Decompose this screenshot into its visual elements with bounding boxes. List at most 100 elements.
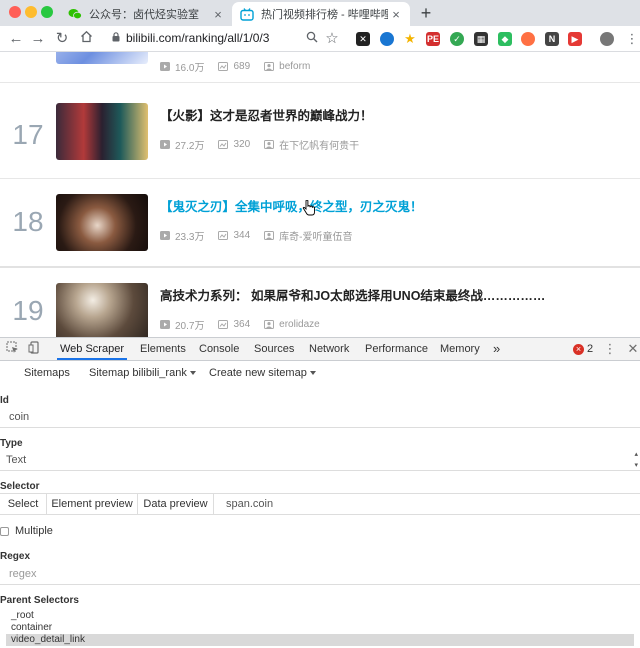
type-label: Type [0,438,23,449]
video-stats: 27.2万 320 在下忆帆有何贵干 [160,137,373,152]
regex-input[interactable]: regex [0,563,640,585]
id-field[interactable]: coin [0,406,640,428]
create-sitemap-dropdown[interactable]: Create new sitemap [209,367,316,379]
tab-title: 公众号：卤代烃实验室 [89,9,199,21]
video-title[interactable]: 【鬼灭之刃】全集中呼吸，终之型，刃之灭鬼！ [160,196,423,215]
divider [0,266,640,268]
danmaku-icon [218,140,229,149]
divider [0,82,640,83]
notion-icon[interactable]: N [545,32,559,46]
extension-green-icon[interactable]: ✓ [450,32,464,46]
author[interactable]: 在下忆帆有何贵干 [264,137,359,152]
tab-performance[interactable]: Performance [365,338,428,360]
rank-number: 19 [12,295,44,326]
back-icon[interactable]: ← [6,29,26,49]
tab-web-scraper[interactable]: Web Scraper [57,338,127,360]
data-preview-button[interactable]: Data preview [138,494,214,514]
maximize-window-button[interactable] [41,6,53,18]
extension-grid-icon[interactable]: ▦ [474,32,488,46]
close-tab-icon[interactable]: × [210,7,226,22]
reload-icon[interactable]: ↻ [52,29,72,49]
close-tab-icon[interactable]: × [388,7,404,22]
new-tab-button[interactable]: + [415,2,437,24]
forward-icon[interactable]: → [28,29,48,49]
avatar[interactable] [600,32,614,46]
select-button[interactable]: Select [0,494,47,514]
browser-menu-icon[interactable]: ⋮ [622,29,640,49]
tab-bilibili-ranking[interactable]: 热门视频排行榜 - 哔哩哔哩 (゜- × [232,2,410,26]
more-tabs-icon[interactable]: » [493,338,500,360]
tab-network[interactable]: Network [309,338,349,360]
multiple-checkbox[interactable] [0,527,9,536]
parent-selectors-label: Parent Selectors [0,595,79,606]
author[interactable]: beform [264,61,310,72]
author[interactable]: erolidaze [264,319,320,330]
parent-option[interactable]: _root [6,610,634,622]
element-preview-button[interactable]: Element preview [47,494,138,514]
extension-pdf-icon[interactable]: PE [426,32,440,46]
sitemap-dropdown[interactable]: Sitemap bilibili_rank [89,367,196,379]
video-thumbnail[interactable] [56,194,148,251]
extension-blue-icon[interactable] [380,32,394,46]
chevron-down-icon [189,371,196,376]
devtools-panel: Web Scraper Elements Console Sources Net… [0,337,640,648]
selector-input[interactable]: span.coin [226,494,273,514]
inspect-element-icon[interactable] [4,341,20,357]
video-stats: 20.7万 364 erolidaze [160,317,334,332]
tab-elements[interactable]: Elements [140,338,186,360]
wechat-icon [68,7,82,21]
play-count: 20.7万 [160,317,204,332]
parent-selectors-list[interactable]: _root container video_detail_link [6,610,634,646]
extension-orange-icon[interactable] [521,32,535,46]
close-devtools-icon[interactable]: ✕ [625,341,640,357]
parent-option[interactable]: container [6,622,634,634]
video-thumbnail[interactable] [56,103,148,160]
devtools-tab-bar: Web Scraper Elements Console Sources Net… [0,338,640,361]
video-thumbnail[interactable] [56,52,148,64]
home-icon[interactable] [76,29,96,49]
mouse-cursor [302,199,316,219]
tab-wechat[interactable]: 公众号：卤代烃实验室 × [60,2,232,26]
play-icon [160,231,170,240]
extension-red-icon[interactable]: ▶ [568,32,582,46]
id-label: Id [0,395,9,406]
browser-toolbar: ← → ↻ bilibili.com/ranking/all/1/0/3 ☆ ✕… [0,26,640,52]
device-toolbar-icon[interactable] [26,341,42,357]
extension-x-icon[interactable]: ✕ [356,32,370,46]
bilibili-icon [240,7,254,21]
minimize-window-button[interactable] [25,6,37,18]
play-icon [160,320,170,329]
bookmark-star-icon[interactable]: ☆ [322,29,342,49]
tab-console[interactable]: Console [199,338,239,360]
close-window-button[interactable] [9,6,21,18]
zoom-icon[interactable] [302,29,322,49]
video-title[interactable]: 高技术力系列： 如果屌爷和JO太郎选择用UNO结束最终战…………… [160,285,545,304]
play-count: 27.2万 [160,137,204,152]
video-stats: 16.0万 689 beform [160,59,324,74]
address-bar[interactable]: bilibili.com/ranking/all/1/0/3 [112,31,269,45]
tab-sources[interactable]: Sources [254,338,294,360]
user-icon [264,140,275,149]
author[interactable]: 库奇-爱听童伍音 [264,228,353,243]
error-badge[interactable]: × 2 [573,343,593,355]
play-count: 16.0万 [160,59,204,74]
tab-strip: 公众号：卤代烃实验室 × 热门视频排行榜 - 哔哩哔哩 (゜- × + [0,0,640,26]
video-thumbnail[interactable] [56,283,148,337]
devtools-menu-icon[interactable]: ⋮ [602,341,618,357]
play-icon [160,140,170,149]
danmaku-count: 689 [218,61,250,72]
rank-number: 17 [12,119,44,150]
ranking-item: 18 【鬼灭之刃】全集中呼吸，终之型，刃之灭鬼！ 23.3万 344 库奇-爱听… [0,194,640,284]
regex-label: Regex [0,551,31,562]
multiple-label: Multiple [15,525,53,537]
danmaku-icon [218,320,229,329]
parent-option-selected[interactable]: video_detail_link [6,634,634,646]
sitemaps-link[interactable]: Sitemaps [24,367,70,379]
tab-memory[interactable]: Memory [440,338,480,360]
chevron-down-icon [309,371,316,376]
evernote-icon[interactable]: ◆ [498,32,512,46]
extension-star-icon[interactable]: ★ [403,31,417,46]
type-select[interactable]: Text ▴ ▾ [0,449,640,471]
user-icon [264,320,275,329]
video-title[interactable]: 【火影】这才是忍者世界的巅峰战力！ [160,105,373,124]
